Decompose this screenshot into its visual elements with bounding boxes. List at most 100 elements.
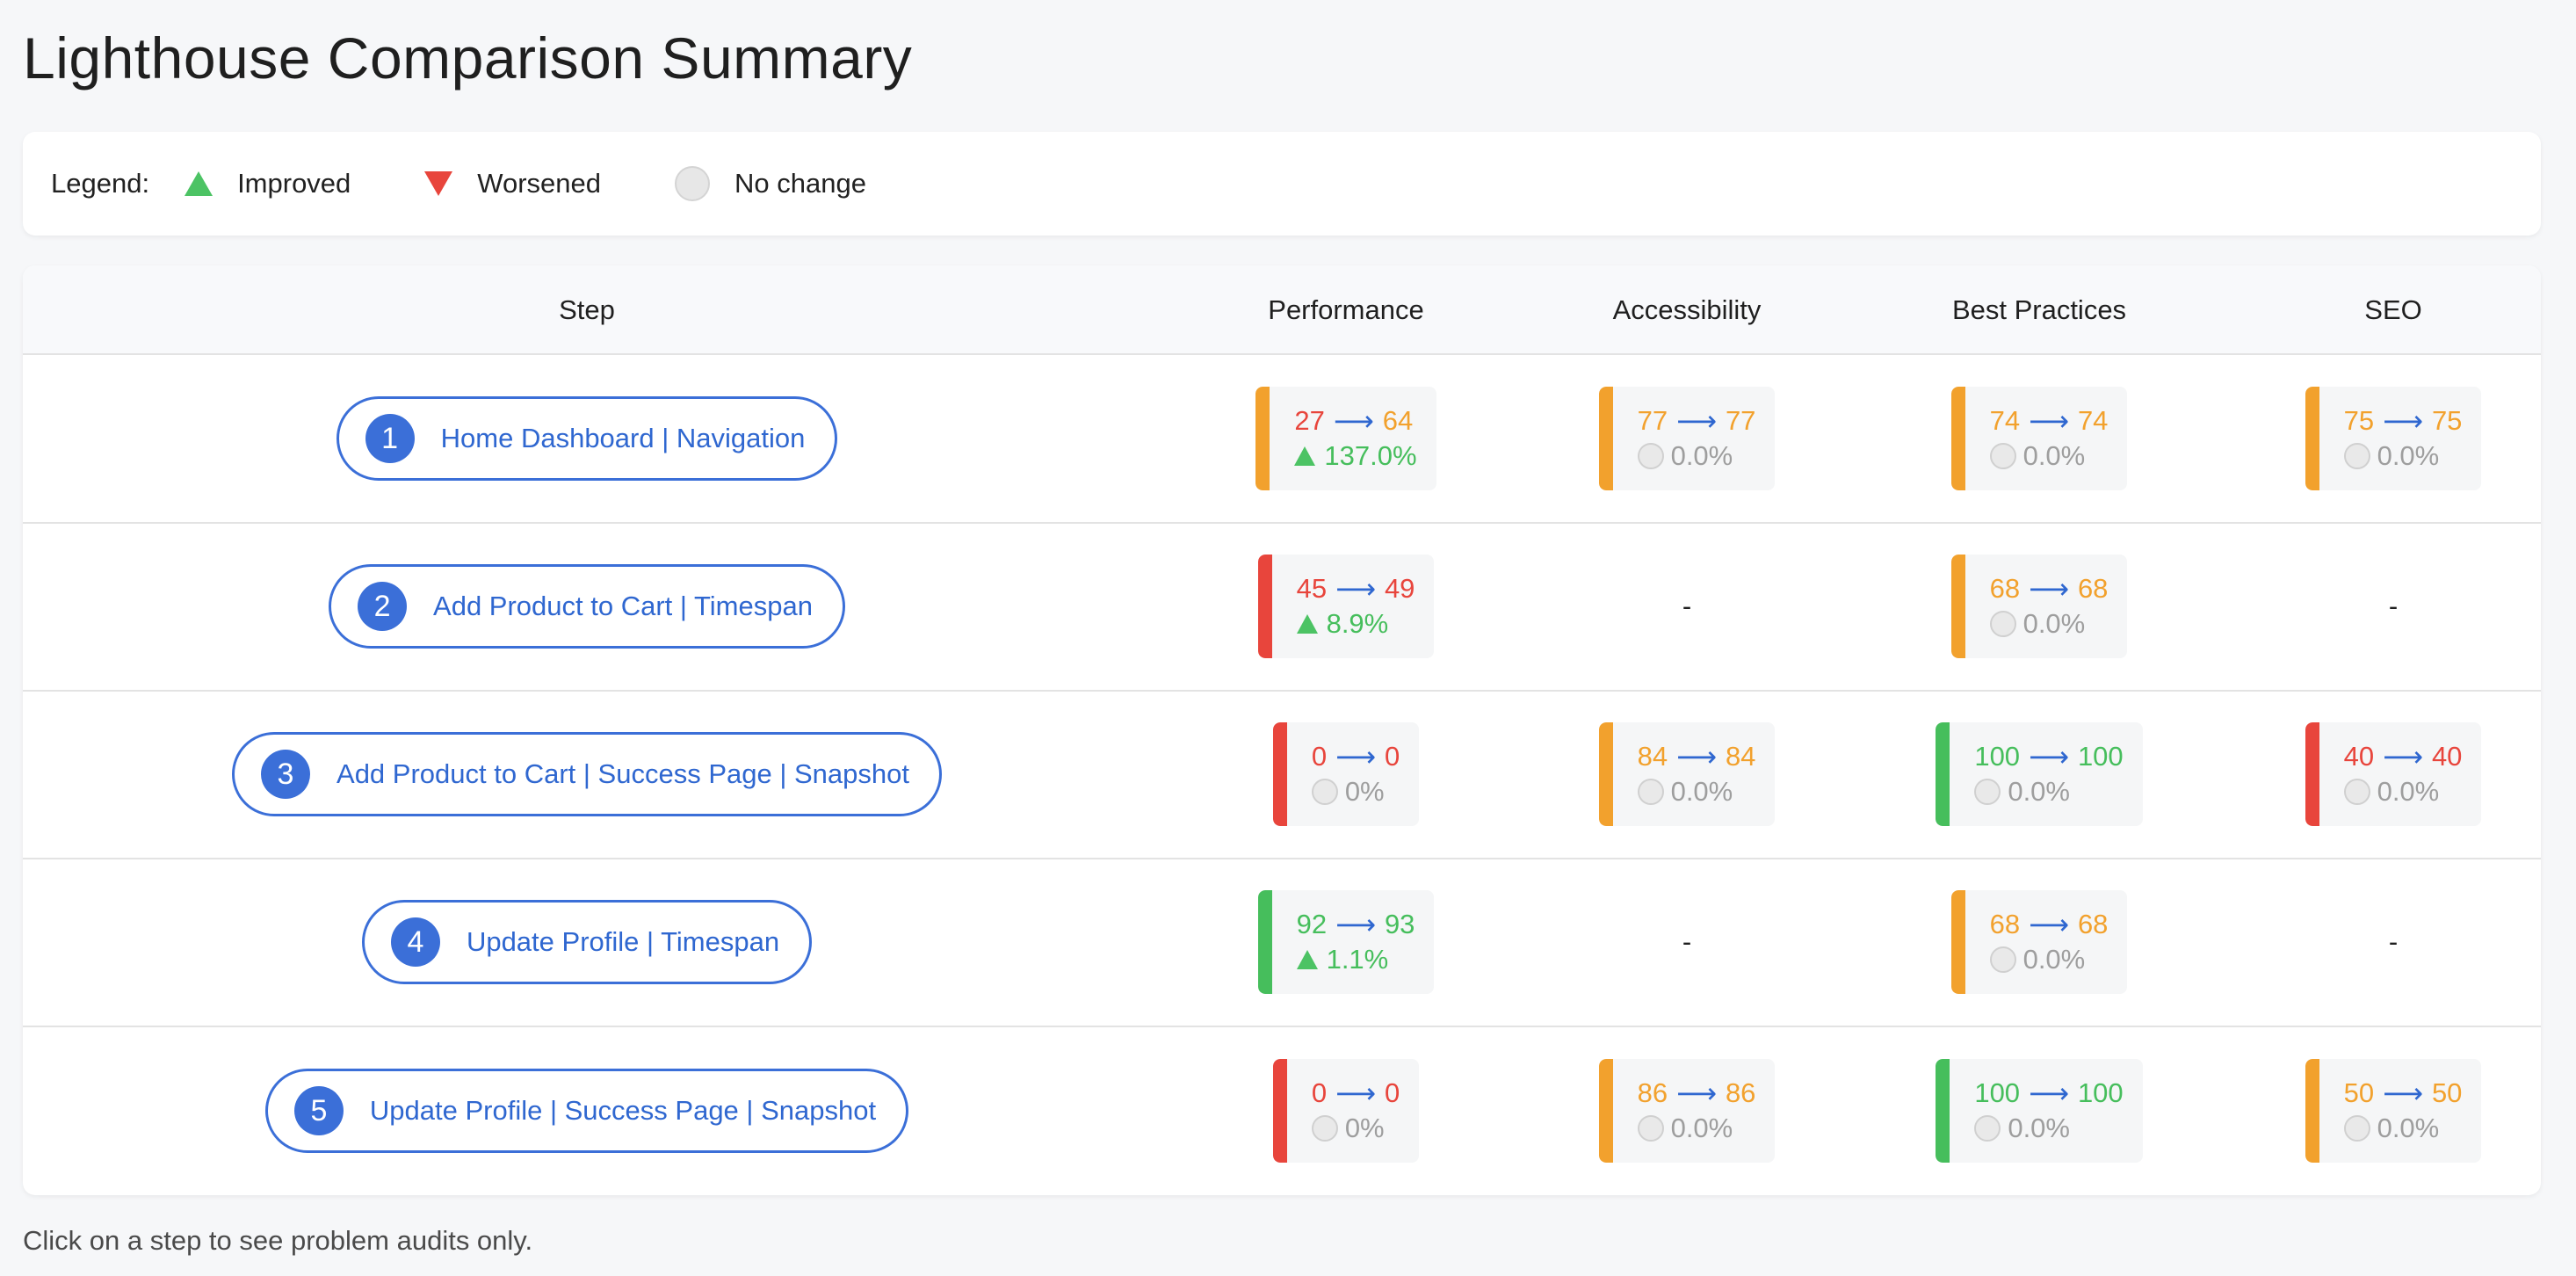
improved-triangle-icon — [185, 171, 213, 196]
step-number-badge: 1 — [365, 414, 415, 463]
table-row: 5 Update Profile | Success Page | Snapsh… — [23, 1026, 2541, 1195]
empty-score: - — [2388, 591, 2399, 621]
no-change-circle-icon — [1974, 779, 2001, 805]
score-status-bar — [1272, 722, 1287, 826]
column-header-seo: SEO — [2364, 294, 2422, 325]
legend-no-change: No change — [734, 168, 866, 199]
no-change-circle-icon — [1989, 946, 2016, 973]
score-status-bar — [2305, 387, 2319, 490]
score-after: 0 — [1384, 1077, 1400, 1108]
score-card-best-practices: 68 ⟶ 68 0.0% — [1950, 890, 2128, 994]
score-status-bar — [1598, 1059, 1613, 1163]
score-card-best-practices: 100 ⟶ 100 0.0% — [1936, 722, 2143, 826]
empty-score: - — [1682, 591, 1692, 621]
score-delta: 8.9% — [1326, 608, 1389, 639]
score-delta: 0% — [1344, 1113, 1385, 1143]
no-change-circle-icon — [1311, 779, 1338, 805]
arrow-icon: ⟶ — [1676, 1077, 1717, 1109]
score-before: 77 — [1637, 405, 1668, 436]
score-status-bar — [1950, 387, 1965, 490]
score-delta: 0.0% — [1670, 440, 1733, 471]
score-delta: 0.0% — [2022, 608, 2086, 639]
score-card-accessibility: 77 ⟶ 77 0.0% — [1598, 387, 1776, 490]
no-change-circle-icon — [1989, 611, 2016, 637]
score-delta: 0% — [1344, 776, 1385, 807]
score-status-bar — [1598, 387, 1613, 490]
score-after: 64 — [1382, 405, 1414, 436]
score-card-best-practices: 68 ⟶ 68 0.0% — [1950, 555, 2128, 658]
page: Lighthouse Comparison Summary Legend: Im… — [0, 0, 2576, 1276]
score-before: 68 — [1989, 573, 2021, 604]
legend-label: Legend: — [51, 168, 150, 199]
score-after: 0 — [1384, 741, 1400, 772]
score-delta: 0.0% — [2022, 944, 2086, 975]
legend-improved: Improved — [237, 168, 351, 199]
step-name: Update Profile | Success Page | Snapshot — [369, 1095, 877, 1126]
step-button[interactable]: 4 Update Profile | Timespan — [361, 900, 813, 984]
arrow-icon: ⟶ — [2029, 1077, 2069, 1109]
improved-triangle-icon — [1296, 950, 1318, 969]
score-after: 93 — [1384, 909, 1415, 939]
score-before: 84 — [1637, 741, 1668, 772]
step-name: Home Dashboard | Navigation — [440, 423, 806, 453]
score-delta: 1.1% — [1326, 944, 1389, 975]
table-header: Step Performance Accessibility Best Prac… — [23, 265, 2541, 355]
step-button[interactable]: 3 Add Product to Cart | Success Page | S… — [232, 732, 942, 816]
worsened-triangle-icon — [424, 171, 453, 196]
table-row: 2 Add Product to Cart | Timespan 45 ⟶ 49… — [23, 523, 2541, 692]
step-name: Update Profile | Timespan — [466, 926, 780, 957]
score-delta: 0.0% — [2377, 1113, 2440, 1143]
score-card-seo: 40 ⟶ 40 0.0% — [2305, 722, 2482, 826]
score-after: 75 — [2431, 405, 2463, 436]
score-after: 68 — [2077, 573, 2109, 604]
score-card-performance: 0 ⟶ 0 0% — [1272, 1059, 1420, 1163]
step-button[interactable]: 2 Add Product to Cart | Timespan — [329, 564, 845, 649]
score-before: 40 — [2343, 741, 2375, 772]
score-after: 100 — [2077, 741, 2124, 772]
arrow-icon: ⟶ — [2383, 1077, 2423, 1109]
page-title: Lighthouse Comparison Summary — [23, 25, 913, 91]
step-button[interactable]: 5 Update Profile | Success Page | Snapsh… — [264, 1069, 909, 1153]
score-before: 0 — [1311, 1077, 1328, 1108]
step-number-badge: 3 — [261, 750, 311, 799]
score-delta: 0.0% — [2008, 1113, 2070, 1143]
score-before: 50 — [2343, 1077, 2375, 1108]
legend: Legend: Improved Worsened No change — [23, 132, 2541, 236]
score-status-bar — [1255, 387, 1270, 490]
score-card-accessibility: 86 ⟶ 86 0.0% — [1598, 1059, 1776, 1163]
no-change-circle-icon — [675, 166, 711, 201]
comparison-table: Step Performance Accessibility Best Prac… — [23, 265, 2541, 1195]
score-status-bar — [1598, 722, 1613, 826]
arrow-icon: ⟶ — [2029, 573, 2069, 605]
no-change-circle-icon — [1989, 443, 2016, 469]
score-status-bar — [2305, 722, 2319, 826]
step-button[interactable]: 1 Home Dashboard | Navigation — [336, 396, 838, 481]
score-status-bar — [1257, 555, 1272, 658]
empty-score: - — [1682, 926, 1692, 957]
arrow-icon: ⟶ — [1676, 405, 1717, 437]
no-change-circle-icon — [2343, 443, 2370, 469]
no-change-circle-icon — [2343, 779, 2370, 805]
legend-worsened: Worsened — [477, 168, 602, 199]
arrow-icon: ⟶ — [1335, 573, 1376, 605]
arrow-icon: ⟶ — [1335, 741, 1376, 772]
score-delta: 0.0% — [2377, 440, 2440, 471]
no-change-circle-icon — [1637, 779, 1664, 805]
score-delta: 0.0% — [2022, 440, 2086, 471]
score-card-performance: 0 ⟶ 0 0% — [1272, 722, 1420, 826]
column-header-accessibility: Accessibility — [1612, 294, 1762, 325]
arrow-icon: ⟶ — [1335, 1077, 1376, 1109]
score-status-bar — [1936, 722, 1950, 826]
table-row: 1 Home Dashboard | Navigation 27 ⟶ 64 13… — [23, 355, 2541, 524]
score-after: 84 — [1725, 741, 1756, 772]
score-card-performance: 27 ⟶ 64 137.0% — [1255, 387, 1436, 490]
score-status-bar — [1950, 555, 1965, 658]
score-after: 100 — [2077, 1077, 2124, 1108]
score-delta: 0.0% — [1670, 776, 1733, 807]
score-card-accessibility: 84 ⟶ 84 0.0% — [1598, 722, 1776, 826]
step-number-badge: 5 — [293, 1086, 344, 1135]
score-card-performance: 92 ⟶ 93 1.1% — [1257, 890, 1435, 994]
score-after: 77 — [1725, 405, 1756, 436]
score-before: 74 — [1989, 405, 2021, 436]
score-delta: 0.0% — [2377, 776, 2440, 807]
